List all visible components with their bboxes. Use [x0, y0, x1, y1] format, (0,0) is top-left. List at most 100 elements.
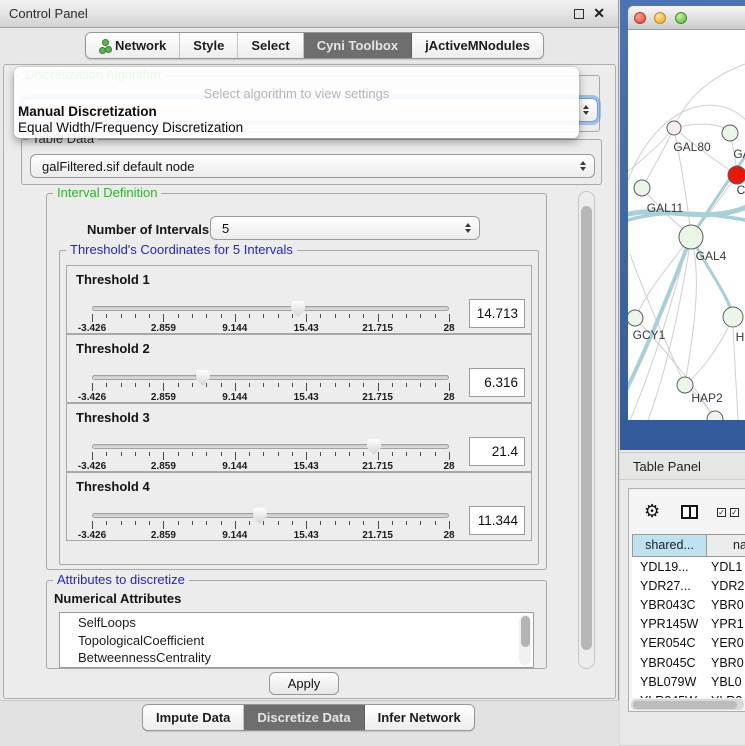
- number-of-intervals-value: 5: [222, 221, 229, 236]
- tab-impute-data[interactable]: Impute Data: [143, 705, 244, 730]
- panel-vertical-scrollbar[interactable]: [578, 191, 595, 669]
- interval-group-title: Interval Definition: [53, 185, 161, 200]
- slider-track[interactable]: [92, 306, 449, 311]
- table-row[interactable]: YLR345WYLR3: [632, 691, 745, 698]
- apply-button[interactable]: Apply: [269, 672, 339, 695]
- attribute-list-item[interactable]: BetweennessCentrality: [78, 649, 533, 667]
- network-node[interactable]: [707, 411, 723, 420]
- cell-shared-name: YER054C: [632, 636, 707, 650]
- network-node[interactable]: [628, 310, 643, 326]
- list-scrollbar[interactable]: [519, 615, 531, 665]
- control-panel-titlebar: Control Panel ✕: [0, 0, 618, 28]
- slider-scale-label: 2.859: [151, 392, 176, 403]
- threshold-label: Threshold 1: [76, 272, 150, 287]
- tab-cyni-toolbox[interactable]: Cyni Toolbox: [304, 33, 412, 58]
- table-row[interactable]: YDR27...YDR2: [632, 576, 745, 595]
- slider-tick: [149, 314, 150, 318]
- columns-icon[interactable]: [681, 505, 698, 519]
- right-region: GAL80GAGAL11CGAL4GCY1HHAP2 Table Panel ⚙…: [620, 0, 745, 745]
- column-header-shared-name[interactable]: shared...: [632, 534, 707, 557]
- slider-tick: [406, 383, 407, 387]
- tab-select[interactable]: Select: [238, 33, 303, 58]
- network-node-label: C: [737, 183, 745, 197]
- slider-track[interactable]: [92, 375, 449, 380]
- slider-scale-label: 15.43: [294, 530, 319, 541]
- slider-tick: [92, 521, 93, 529]
- network-node-label: GCY1: [633, 328, 666, 342]
- slider-tick: [449, 521, 450, 529]
- network-edge[interactable]: [688, 317, 733, 382]
- table-row[interactable]: YBR045CYBR0: [632, 653, 745, 672]
- scrollbar-thumb[interactable]: [633, 701, 737, 709]
- attribute-list-item[interactable]: TopologicalCoefficient: [78, 632, 533, 650]
- number-of-intervals-select[interactable]: 5: [210, 216, 480, 240]
- slider-thumb[interactable]: [367, 439, 381, 455]
- slider-tick: [392, 452, 393, 456]
- tab-infer-network[interactable]: Infer Network: [365, 705, 474, 730]
- tab-network[interactable]: Network: [86, 33, 180, 58]
- threshold-value-field[interactable]: 6.316: [469, 368, 525, 397]
- dropdown-item[interactable]: Equal Width/Frequency Discretization: [18, 120, 243, 135]
- network-edge[interactable]: [674, 124, 730, 133]
- network-edge[interactable]: [643, 128, 674, 187]
- slider-thumb[interactable]: [196, 370, 210, 386]
- slider-thumb[interactable]: [291, 301, 305, 317]
- gear-icon[interactable]: ⚙: [644, 501, 660, 522]
- cell-name: YBR0: [707, 598, 744, 612]
- tab-style[interactable]: Style: [180, 33, 238, 58]
- slider-track[interactable]: [92, 444, 449, 449]
- network-node[interactable]: [728, 166, 745, 184]
- slider-scale-label: 2.859: [151, 323, 176, 334]
- cell-name: YLR3: [707, 694, 742, 698]
- table-data-select[interactable]: galFiltered.sif default node: [30, 154, 595, 178]
- table-row[interactable]: YPR145WYPR1: [632, 615, 745, 634]
- network-node[interactable]: [722, 125, 738, 141]
- slider-tick: [292, 521, 293, 525]
- column-header-name[interactable]: na: [706, 534, 745, 557]
- table-horizontal-scrollbar[interactable]: [631, 699, 744, 710]
- scrollbar-thumb[interactable]: [521, 616, 530, 647]
- slider-tick: [335, 314, 336, 318]
- numerical-attributes-list[interactable]: SelfLoopsTopologicalCoefficientBetweenne…: [59, 612, 534, 668]
- network-edge[interactable]: [674, 62, 745, 128]
- tab-label: Style: [193, 38, 224, 53]
- network-window-titlebar: [628, 6, 745, 30]
- slider-scale-label: -3.426: [78, 392, 106, 403]
- float-window-icon[interactable]: [574, 9, 584, 19]
- network-edge[interactable]: [628, 132, 670, 176]
- network-node[interactable]: [667, 121, 681, 135]
- checkbox-icon[interactable]: ✓: [730, 508, 739, 517]
- minimize-traffic-light[interactable]: [654, 12, 666, 24]
- slider-tick: [449, 383, 450, 391]
- network-node[interactable]: [723, 307, 743, 327]
- network-node[interactable]: [634, 180, 650, 196]
- tab-discretize-data[interactable]: Discretize Data: [244, 705, 364, 730]
- slider-tick: [135, 314, 136, 318]
- slider-scale-label: 9.144: [222, 530, 247, 541]
- window-title: Control Panel: [9, 6, 88, 21]
- network-node[interactable]: [679, 225, 703, 249]
- dropdown-item[interactable]: Manual Discretization: [18, 104, 157, 119]
- slider-tick: [263, 314, 264, 318]
- network-canvas[interactable]: GAL80GAGAL11CGAL4GCY1HHAP2: [628, 30, 745, 420]
- checkbox-icon[interactable]: ✓: [717, 508, 726, 517]
- slider-scale-label: 28: [443, 530, 454, 541]
- zoom-traffic-light[interactable]: [675, 12, 687, 24]
- cell-name: YDL1: [707, 560, 742, 574]
- threshold-value-field[interactable]: 11.344: [469, 506, 525, 535]
- tab-jactivemnodules[interactable]: jActiveMNodules: [412, 33, 543, 58]
- threshold-value-field[interactable]: 14.713: [469, 299, 525, 328]
- scrollbar-thumb[interactable]: [581, 206, 592, 650]
- table-row[interactable]: YDL19...YDL1: [632, 557, 745, 576]
- threshold-value-field[interactable]: 21.4: [469, 437, 525, 466]
- table-row[interactable]: YER054CYER0: [632, 634, 745, 653]
- slider-thumb[interactable]: [253, 508, 267, 524]
- close-icon[interactable]: ✕: [593, 5, 605, 22]
- slider-track[interactable]: [92, 513, 449, 518]
- table-row[interactable]: YBR043CYBR0: [632, 595, 745, 614]
- slider-tick: [449, 452, 450, 460]
- table-row[interactable]: YBL079WYBL0: [632, 672, 745, 691]
- slider-tick: [178, 383, 179, 387]
- attribute-list-item[interactable]: SelfLoops: [78, 614, 533, 632]
- close-traffic-light[interactable]: [634, 12, 646, 24]
